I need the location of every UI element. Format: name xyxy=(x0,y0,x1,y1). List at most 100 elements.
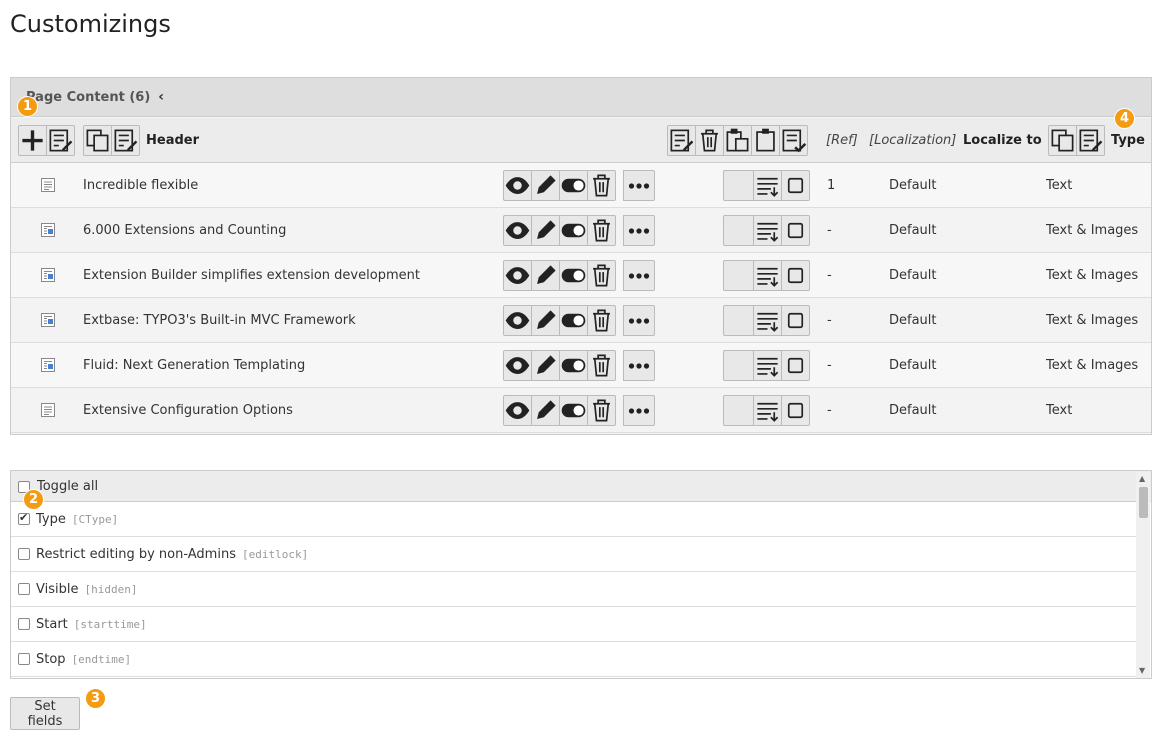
textpic-content-icon[interactable] xyxy=(41,313,55,327)
delete-button[interactable] xyxy=(587,170,616,201)
edit-columns-icon xyxy=(1079,129,1103,152)
record-title[interactable]: Extension Builder simplifies extension d… xyxy=(83,253,420,298)
select-checkbox-button[interactable] xyxy=(781,170,810,201)
delete-marked-button[interactable] xyxy=(695,125,724,156)
copy-type-button[interactable] xyxy=(1048,125,1077,156)
edit-button[interactable] xyxy=(531,305,560,336)
hide-toggle-button[interactable] xyxy=(559,170,588,201)
view-button[interactable] xyxy=(503,215,532,246)
copy-button[interactable] xyxy=(83,125,112,156)
field-checkbox[interactable] xyxy=(18,511,30,525)
ref-value: - xyxy=(827,223,832,238)
view-button[interactable] xyxy=(503,305,532,336)
textpic-content-icon[interactable] xyxy=(41,358,55,372)
record-title[interactable]: Extensive Configuration Options xyxy=(83,388,293,433)
sort-button[interactable] xyxy=(753,260,782,291)
view-button[interactable] xyxy=(503,170,532,201)
hide-toggle-button[interactable] xyxy=(559,350,588,381)
field-checkbox[interactable] xyxy=(18,618,30,630)
hide-toggle-button[interactable] xyxy=(559,395,588,426)
more-button[interactable] xyxy=(623,350,655,381)
edit-column-button[interactable] xyxy=(111,125,140,156)
checkbox-square-icon xyxy=(787,267,804,284)
edit-button[interactable] xyxy=(531,350,560,381)
field-checkbox[interactable] xyxy=(18,653,30,665)
scroll-up-icon[interactable]: ▲ xyxy=(1139,474,1145,483)
textpic-content-icon[interactable] xyxy=(41,223,55,237)
sort-button[interactable] xyxy=(753,305,782,336)
delete-button[interactable] xyxy=(587,350,616,381)
more-button[interactable] xyxy=(623,215,655,246)
type-value: Text & Images xyxy=(1046,358,1139,373)
field-row[interactable]: Type [CType] xyxy=(11,502,1136,537)
more-button[interactable] xyxy=(623,170,655,201)
table-row[interactable]: Extension Builder simplifies extension d… xyxy=(11,253,1151,298)
table-row[interactable]: 6.000 Extensions and Counting - Default … xyxy=(11,208,1151,253)
scroll-thumb[interactable] xyxy=(1139,487,1148,518)
sort-button[interactable] xyxy=(753,395,782,426)
edit-button[interactable] xyxy=(531,170,560,201)
hide-toggle-button[interactable] xyxy=(559,260,588,291)
clipboard-button[interactable] xyxy=(751,125,780,156)
field-row[interactable]: Start [starttime] xyxy=(11,607,1136,642)
delete-button[interactable] xyxy=(587,305,616,336)
edit-button[interactable] xyxy=(531,260,560,291)
sort-button[interactable] xyxy=(753,170,782,201)
select-checkbox-button[interactable] xyxy=(781,395,810,426)
record-title[interactable]: 6.000 Extensions and Counting xyxy=(83,208,286,253)
scroll-down-icon[interactable]: ▼ xyxy=(1139,666,1145,675)
view-button[interactable] xyxy=(503,260,532,291)
empty-slot xyxy=(723,305,754,336)
new-record-button[interactable] xyxy=(18,125,47,156)
sort-button[interactable] xyxy=(753,215,782,246)
field-row[interactable]: Restrict editing by non-Admins [editlock… xyxy=(11,537,1136,572)
view-button[interactable] xyxy=(503,395,532,426)
field-row[interactable]: Visible [hidden] xyxy=(11,572,1136,607)
edit-type-column-button[interactable] xyxy=(1076,125,1105,156)
hide-toggle-button[interactable] xyxy=(559,305,588,336)
mark-all-button[interactable] xyxy=(779,125,808,156)
edit-marked-records-button[interactable] xyxy=(667,125,696,156)
edit-button[interactable] xyxy=(531,395,560,426)
select-checkbox-button[interactable] xyxy=(781,350,810,381)
select-checkbox-button[interactable] xyxy=(781,305,810,336)
text-content-icon[interactable] xyxy=(41,403,55,417)
hide-toggle-button[interactable] xyxy=(559,215,588,246)
annotation-badge-3: 3 xyxy=(85,688,106,709)
delete-button[interactable] xyxy=(587,260,616,291)
set-fields-button[interactable]: Set fields xyxy=(10,697,80,730)
select-checkbox-button[interactable] xyxy=(781,215,810,246)
field-checkbox[interactable] xyxy=(18,583,30,595)
empty-slot xyxy=(723,215,754,246)
delete-button[interactable] xyxy=(587,395,616,426)
chevron-left-icon[interactable]: ‹ xyxy=(158,89,164,105)
paste-button[interactable] xyxy=(723,125,752,156)
table-row[interactable]: Fluid: Next Generation Templating - Defa… xyxy=(11,343,1151,388)
record-title[interactable]: Fluid: Next Generation Templating xyxy=(83,343,305,388)
ref-value: - xyxy=(827,358,832,373)
panel-heading[interactable]: Page Content (6) ‹ xyxy=(11,78,1151,117)
select-checkbox-button[interactable] xyxy=(781,260,810,291)
localize-to-column-label: Localize to xyxy=(963,133,1042,148)
delete-button[interactable] xyxy=(587,215,616,246)
eye-icon xyxy=(505,267,530,284)
more-button[interactable] xyxy=(623,305,655,336)
more-button[interactable] xyxy=(623,260,655,291)
record-title[interactable]: Extbase: TYPO3's Built-in MVC Framework xyxy=(83,298,356,343)
text-content-icon[interactable] xyxy=(41,178,55,192)
pencil-icon xyxy=(537,175,556,194)
edit-button[interactable] xyxy=(531,215,560,246)
sort-button[interactable] xyxy=(753,350,782,381)
table-row[interactable]: Extbase: TYPO3's Built-in MVC Framework … xyxy=(11,298,1151,343)
table-row[interactable]: Extensive Configuration Options - Defaul… xyxy=(11,388,1151,433)
field-row[interactable]: Stop [endtime] xyxy=(11,642,1136,677)
more-button[interactable] xyxy=(623,395,655,426)
field-checkbox[interactable] xyxy=(18,548,30,560)
record-title[interactable]: Incredible flexible xyxy=(83,163,198,208)
header-column-label[interactable]: Header xyxy=(146,118,199,163)
view-button[interactable] xyxy=(503,350,532,381)
edit-marked-button[interactable] xyxy=(46,125,75,156)
table-row[interactable]: Incredible flexible 1 Default Text xyxy=(11,163,1151,208)
field-list-scrollbar[interactable]: ▲ ▼ xyxy=(1136,472,1150,678)
textpic-content-icon[interactable] xyxy=(41,268,55,282)
